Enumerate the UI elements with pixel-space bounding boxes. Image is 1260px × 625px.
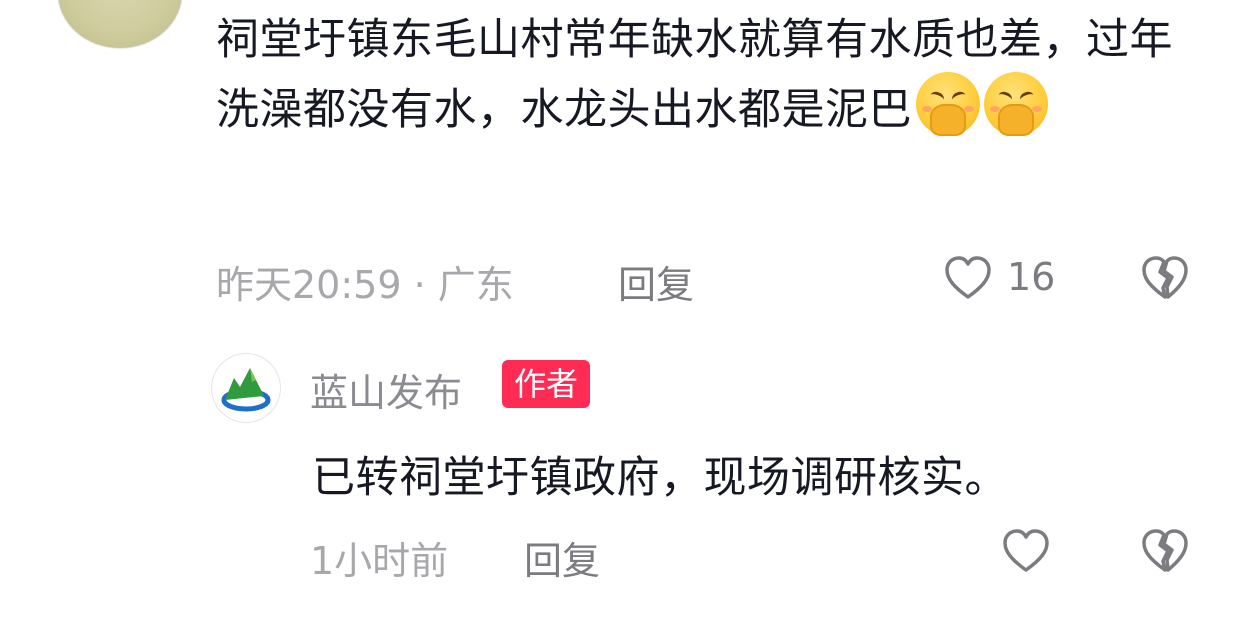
- reply-time: 1小时前: [310, 539, 449, 583]
- author-badge: 作者: [502, 360, 591, 408]
- like-heart-icon[interactable]: [942, 252, 994, 304]
- pleading-hands-emoji-icon: [916, 72, 980, 136]
- broken-heart-icon[interactable]: [1138, 252, 1192, 304]
- commenter-avatar[interactable]: [58, 0, 182, 48]
- like-heart-icon[interactable]: [1000, 525, 1052, 577]
- comment-time-location: 昨天20:59 · 广东: [216, 263, 514, 307]
- reply-reply-button[interactable]: 回复: [524, 530, 600, 585]
- pleading-hands-emoji-icon: [984, 72, 1048, 136]
- like-count: 16: [1007, 255, 1056, 299]
- broken-heart-icon[interactable]: [1138, 525, 1192, 577]
- lanshan-logo-icon: [221, 368, 271, 412]
- author-name[interactable]: 蓝山发布: [310, 362, 462, 417]
- comment-reply-button[interactable]: 回复: [618, 254, 694, 309]
- author-avatar[interactable]: [212, 354, 280, 422]
- reply-text: 已转祠堂圩镇政府，现场调研核实。: [312, 453, 1008, 503]
- comment-text: 祠堂圩镇东毛山村常年缺水就算有水质也差，过年洗澡都没有水，水龙头出水都是泥巴: [216, 8, 1216, 142]
